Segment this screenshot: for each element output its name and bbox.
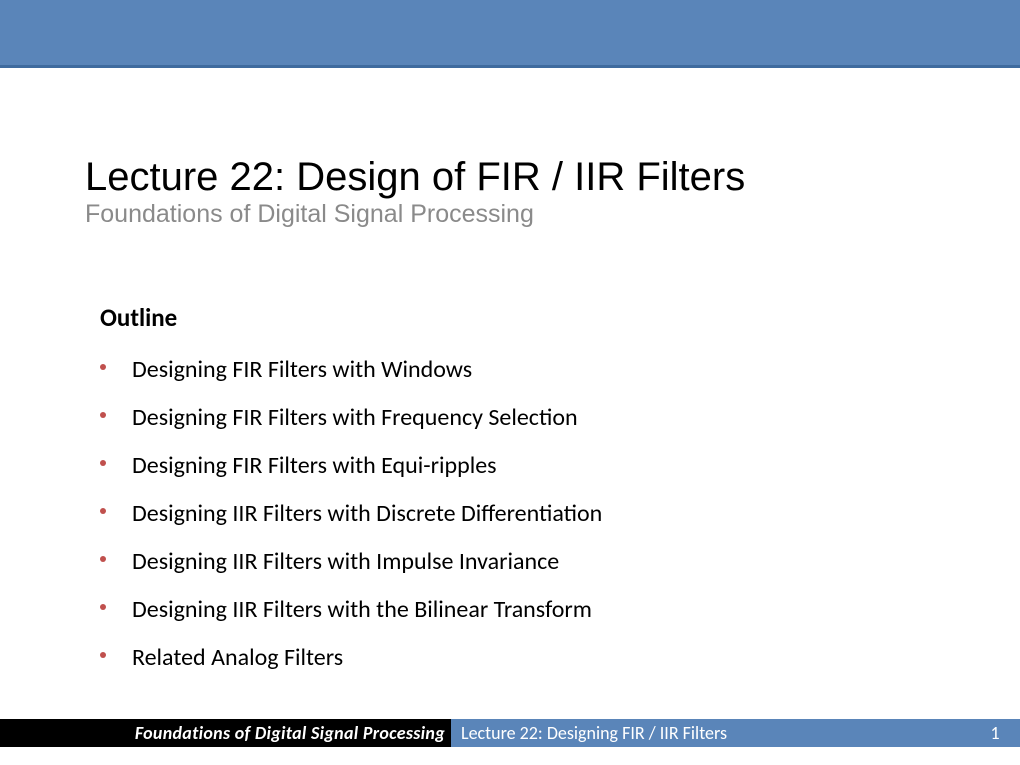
bullet-icon <box>100 508 106 514</box>
list-item: Related Analog Filters <box>100 643 820 672</box>
list-item-text: Designing IIR Filters with the Bilinear … <box>132 595 592 624</box>
bullet-icon <box>100 460 106 466</box>
list-item: Designing IIR Filters with Discrete Diff… <box>100 499 820 528</box>
list-item: Designing IIR Filters with the Bilinear … <box>100 595 820 624</box>
top-band <box>0 0 1020 68</box>
outline-list: Designing FIR Filters with Windows Desig… <box>100 355 820 672</box>
footer-course: Foundations of Digital Signal Processing <box>0 722 445 744</box>
list-item-text: Related Analog Filters <box>132 643 343 672</box>
bullet-icon <box>100 556 106 562</box>
footer-lecture: Lecture 22: Designing FIR / IIR Filters <box>451 719 970 747</box>
list-item-text: Designing FIR Filters with Equi-ripples <box>132 451 497 480</box>
list-item-text: Designing FIR Filters with Windows <box>132 355 472 384</box>
outline-block: Outline Designing FIR Filters with Windo… <box>100 302 820 691</box>
list-item-text: Designing IIR Filters with Impulse Invar… <box>132 547 559 576</box>
slide: Lecture 22: Design of FIR / IIR Filters … <box>0 0 1020 765</box>
outline-heading: Outline <box>100 302 820 333</box>
list-item-text: Designing IIR Filters with Discrete Diff… <box>132 499 602 528</box>
bullet-icon <box>100 604 106 610</box>
list-item-text: Designing FIR Filters with Frequency Sel… <box>132 403 578 432</box>
footer-page-number: 1 <box>970 719 1020 747</box>
footer: Foundations of Digital Signal Processing… <box>0 719 1020 747</box>
list-item: Designing FIR Filters with Frequency Sel… <box>100 403 820 432</box>
bullet-icon <box>100 652 106 658</box>
bullet-icon <box>100 364 106 370</box>
slide-subtitle: Foundations of Digital Signal Processing <box>85 200 534 229</box>
slide-title: Lecture 22: Design of FIR / IIR Filters <box>85 155 745 200</box>
list-item: Designing FIR Filters with Equi-ripples <box>100 451 820 480</box>
list-item: Designing FIR Filters with Windows <box>100 355 820 384</box>
bullet-icon <box>100 412 106 418</box>
list-item: Designing IIR Filters with Impulse Invar… <box>100 547 820 576</box>
